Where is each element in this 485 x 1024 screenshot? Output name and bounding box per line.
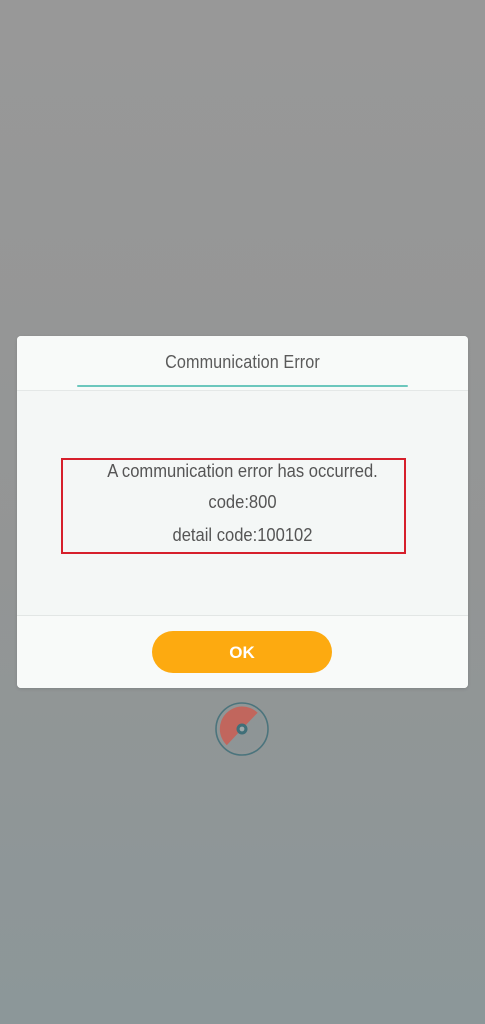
- communication-error-dialog: Communication Error A communication erro…: [17, 336, 468, 688]
- error-code: code:800: [208, 492, 277, 512]
- loading-spinner-icon: [213, 700, 271, 758]
- dialog-title: Communication Error: [165, 352, 320, 372]
- ok-button[interactable]: OK: [152, 631, 332, 673]
- title-underline: [77, 385, 408, 387]
- error-message: A communication error has occurred.: [107, 461, 378, 481]
- error-detail-code: detail code:100102: [172, 525, 313, 545]
